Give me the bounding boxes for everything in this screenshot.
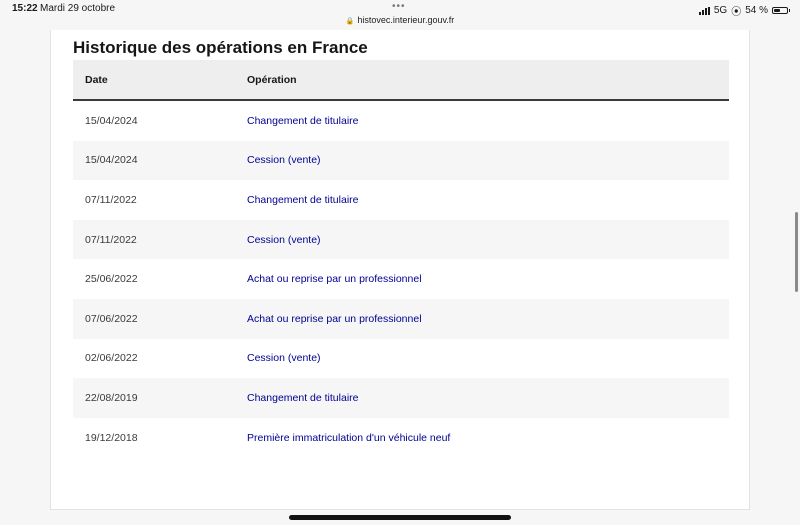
column-header-operation: Opération: [235, 60, 729, 101]
operation-link[interactable]: Cession (vente): [247, 234, 321, 246]
row-date: 07/11/2022: [73, 180, 235, 220]
battery-percent: 54 %: [745, 5, 768, 16]
operation-link[interactable]: Changement de titulaire: [247, 194, 359, 206]
table-row: 15/04/2024 Cession (vente): [73, 140, 729, 181]
status-time: 15:22: [12, 3, 38, 14]
section-title: Historique des opérations en France: [73, 38, 368, 57]
row-date: 02/06/2022: [73, 338, 235, 379]
status-date: Mardi 29 octobre: [40, 3, 116, 14]
page-content: Historique des opérations en France Date…: [50, 30, 750, 510]
scrollbar-thumb[interactable]: [795, 212, 798, 292]
table-row: 15/04/2024 Changement de titulaire: [73, 100, 729, 141]
table-row: 25/06/2022 Achat ou reprise par un profe…: [73, 259, 729, 299]
address-bar[interactable]: 🔒 histovec.interieur.gouv.fr: [0, 15, 800, 25]
operation-link[interactable]: Changement de titulaire: [247, 392, 359, 404]
location-icon: ⦿: [731, 7, 742, 18]
row-date: 15/04/2024: [73, 100, 235, 141]
row-date: 15/04/2024: [73, 140, 235, 181]
operation-link[interactable]: Première immatriculation d'un véhicule n…: [247, 432, 450, 444]
table-row: 07/11/2022 Cession (vente): [73, 219, 729, 260]
operation-link[interactable]: Achat ou reprise par un professionnel: [247, 313, 422, 325]
row-date: 07/11/2022: [73, 219, 235, 260]
row-date: 19/12/2018: [73, 417, 235, 458]
operation-link[interactable]: Achat ou reprise par un professionnel: [247, 273, 422, 285]
status-indicators: 5G ⦿ 54 %: [698, 3, 790, 18]
tab-menu-dots-icon[interactable]: •••: [392, 1, 406, 12]
row-date: 25/06/2022: [73, 259, 235, 299]
lock-icon: 🔒: [345, 18, 355, 25]
table-row: 19/12/2018 Première immatriculation d'un…: [73, 417, 729, 458]
home-indicator[interactable]: [289, 515, 511, 520]
table-row: 07/11/2022 Changement de titulaire: [73, 180, 729, 220]
table-header-row: Date Opération: [73, 60, 729, 101]
operation-link[interactable]: Cession (vente): [247, 154, 321, 166]
signal-icon: [698, 6, 710, 15]
row-date: 22/08/2019: [73, 378, 235, 418]
battery-fill: [774, 9, 781, 12]
table-row: 02/06/2022 Cession (vente): [73, 338, 729, 379]
operation-link[interactable]: Cession (vente): [247, 352, 321, 364]
status-bar: 15:22 Mardi 29 octobre ••• 🔒 histovec.int…: [0, 0, 800, 30]
network-label: 5G: [713, 5, 728, 16]
table-row: 07/06/2022 Achat ou reprise par un profe…: [73, 298, 729, 339]
column-header-date: Date: [73, 60, 235, 101]
battery-icon: [772, 7, 790, 14]
table-row: 22/08/2019 Changement de titulaire: [73, 378, 729, 418]
operations-table: Date Opération 15/04/2024 Changement de …: [73, 60, 729, 458]
operation-link[interactable]: Changement de titulaire: [247, 115, 359, 127]
address-url: histovec.interieur.gouv.fr: [357, 15, 455, 25]
row-date: 07/06/2022: [73, 298, 235, 339]
